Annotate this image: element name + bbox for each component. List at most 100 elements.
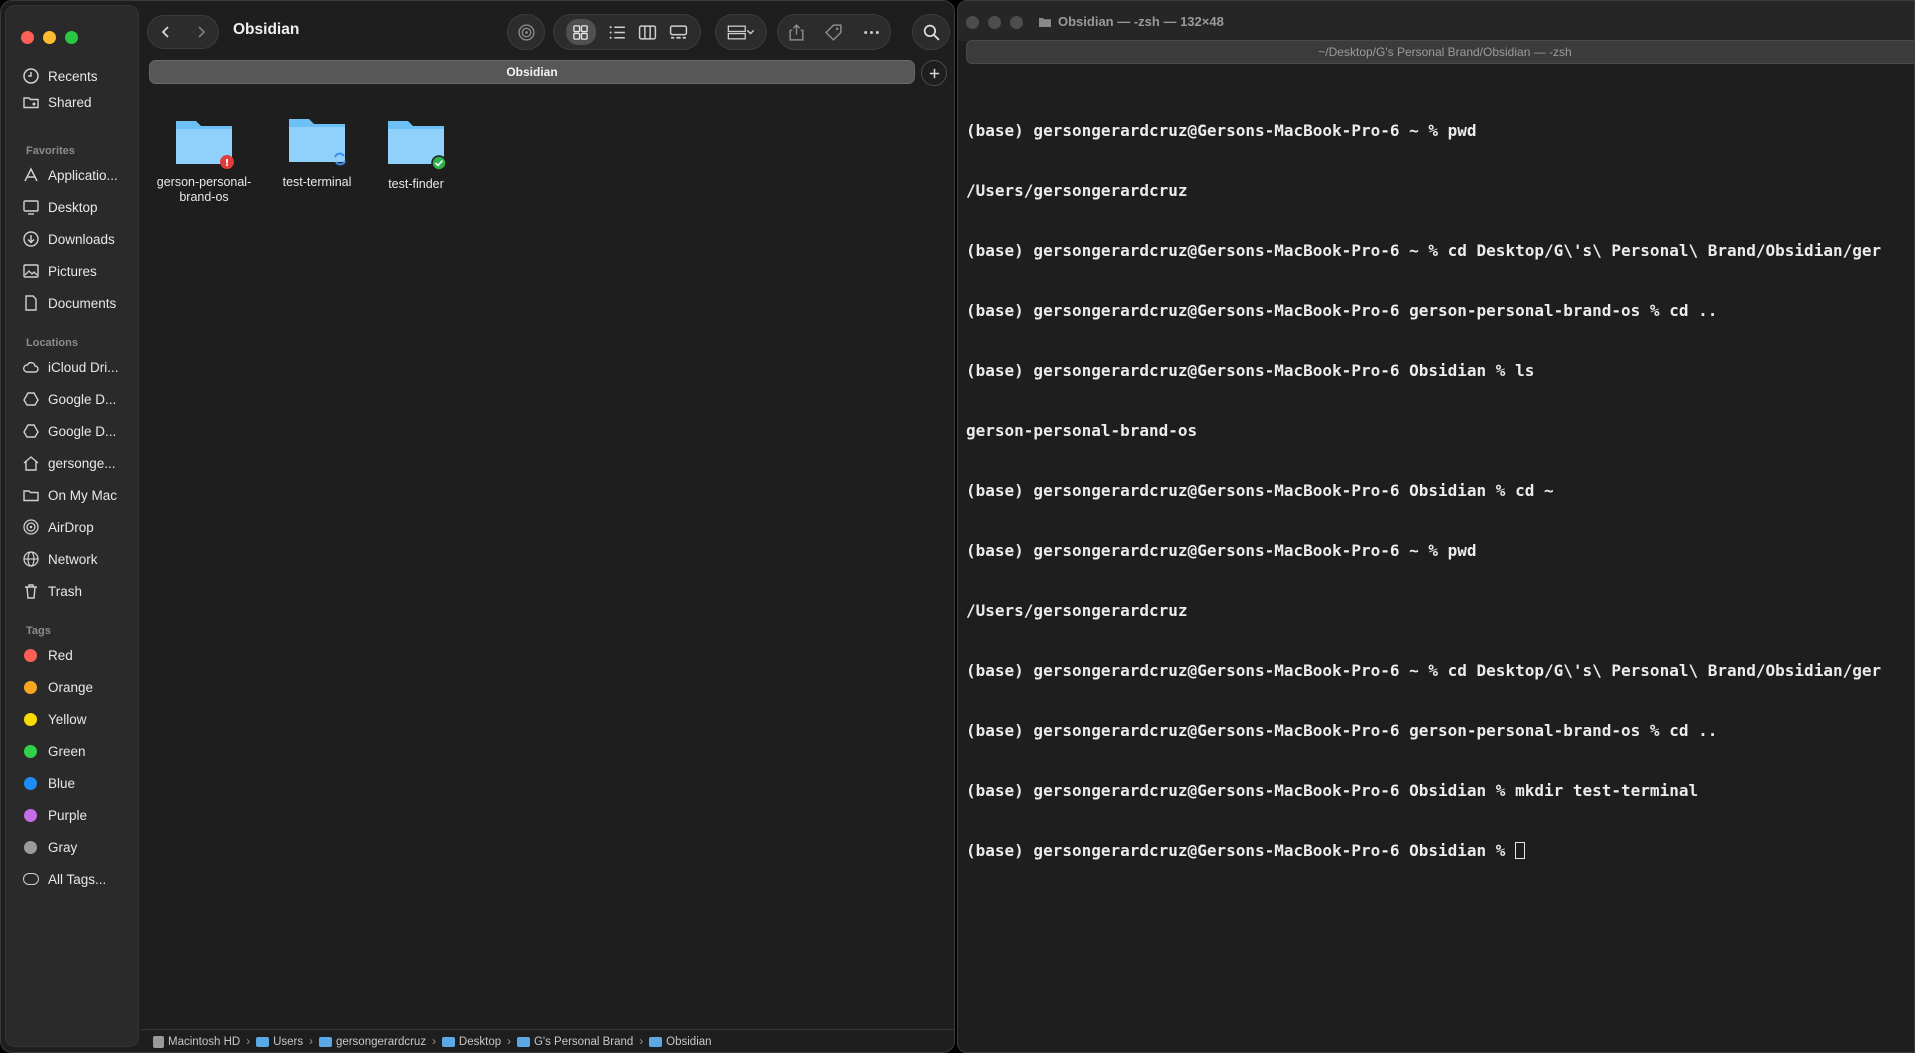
sidebar-item-label: Green (48, 743, 86, 759)
terminal-window: Obsidian — -zsh — 132×48 ~/Desktop/G's P… (957, 0, 1915, 1053)
sidebar-tag-purple[interactable]: Purple (22, 803, 134, 827)
zoom-button[interactable] (1010, 16, 1023, 29)
new-tab-button[interactable] (921, 60, 947, 86)
minimize-button[interactable] (43, 31, 56, 44)
globe-icon (23, 551, 39, 567)
tag-color-dot (24, 744, 37, 758)
sidebar-item-trash[interactable]: Trash (22, 579, 134, 603)
terminal-titlebar: Obsidian — -zsh — 132×48 (958, 1, 1914, 41)
document-icon (25, 295, 37, 311)
minimize-button[interactable] (988, 16, 1001, 29)
sidebar-item-downloads[interactable]: Downloads (22, 227, 134, 251)
sidebar-item-label: All Tags... (48, 871, 107, 887)
terminal-line: (base) gersongerardcruz@Gersons-MacBook-… (966, 781, 1699, 800)
navigation-buttons (147, 15, 219, 49)
sidebar-item-label: AirDrop (48, 519, 94, 535)
sidebar-item-label: Purple (48, 807, 88, 823)
sidebar-tag-red[interactable]: Red (22, 643, 134, 667)
sidebar-tag-blue[interactable]: Blue (22, 771, 134, 795)
sidebar-all-tags[interactable]: All Tags... (22, 867, 134, 891)
path-segment-label: gersongerardcruz (335, 1036, 427, 1048)
trash-icon (25, 584, 37, 599)
airdrop-button[interactable] (507, 14, 545, 50)
share-icon[interactable] (787, 23, 806, 42)
plus-icon (929, 68, 939, 78)
tab-obsidian[interactable]: Obsidian (149, 60, 915, 84)
sidebar-item-on-my-mac[interactable]: On My Mac (22, 483, 134, 507)
file-item[interactable]: test-terminal (262, 113, 372, 190)
back-button[interactable] (158, 24, 174, 40)
path-segment[interactable]: Macintosh HD (153, 1036, 240, 1048)
file-item[interactable]: ! gerson-personal-brand-os (149, 113, 259, 205)
close-button[interactable] (966, 16, 979, 29)
window-title: Obsidian (233, 21, 300, 38)
sidebar-item-google-drive-2[interactable]: Google D... (22, 419, 134, 443)
folder-icon: ! (176, 121, 234, 169)
sidebar-item-network[interactable]: Network (22, 547, 134, 571)
close-button[interactable] (21, 31, 34, 44)
sidebar-item-home[interactable]: gersonge... (22, 451, 134, 475)
search-button[interactable] (912, 14, 950, 50)
sidebar-item-pictures[interactable]: Pictures (22, 259, 134, 283)
file-item[interactable]: test-finder (361, 113, 471, 192)
clock-icon (23, 68, 39, 84)
tag-color-dot (24, 712, 37, 726)
sidebar-item-label: gersonge... (48, 455, 116, 471)
sidebar-item-documents[interactable]: Documents (22, 291, 134, 315)
sidebar-item-icloud-drive[interactable]: iCloud Dri... (22, 355, 134, 379)
terminal-line: (base) gersongerardcruz@Gersons-MacBook-… (966, 301, 1718, 320)
terminal-output[interactable]: (base) gersongerardcruz@Gersons-MacBook-… (966, 81, 1914, 901)
folder-icon (289, 119, 346, 166)
sidebar-item-label: Google D... (48, 423, 117, 439)
folder-icon (256, 1037, 270, 1047)
sidebar-item-desktop[interactable]: Desktop (22, 195, 134, 219)
file-name: test-terminal (282, 175, 352, 189)
path-segment[interactable]: Users (256, 1036, 303, 1048)
sidebar-item-label: Applicatio... (48, 167, 118, 183)
sidebar-item-applications[interactable]: Applicatio... (22, 163, 134, 187)
path-segment[interactable]: Obsidian (649, 1036, 712, 1048)
terminal-tab[interactable]: ~/Desktop/G's Personal Brand/Obsidian — … (966, 40, 1914, 64)
chevron-right-icon: › (639, 1036, 644, 1048)
gallery-view-button[interactable] (669, 23, 688, 42)
column-view-button[interactable] (638, 23, 657, 42)
sidebar-item-label: iCloud Dri... (48, 359, 119, 375)
path-segment[interactable]: gersongerardcruz (318, 1036, 427, 1048)
sidebar-tag-orange[interactable]: Orange (22, 675, 134, 699)
tag-icon[interactable] (824, 23, 843, 42)
path-segment[interactable]: Desktop (441, 1036, 501, 1048)
all-tags-icon (23, 873, 39, 885)
search-icon (923, 24, 940, 41)
tag-color-dot (24, 776, 37, 790)
folder-icon (23, 490, 39, 502)
sidebar-item-recents[interactable]: Recents (22, 64, 134, 88)
terminal-line: /Users/gersongerardcruz (966, 181, 1188, 200)
tag-color-dot (24, 648, 37, 662)
sidebar-item-label: Blue (48, 775, 76, 791)
zoom-button[interactable] (65, 31, 78, 44)
icon-view-button[interactable] (565, 19, 596, 45)
home-folder-icon (318, 1037, 332, 1047)
terminal-prompt: (base) gersongerardcruz@Gersons-MacBook-… (966, 841, 1516, 860)
more-icon[interactable] (862, 23, 881, 42)
path-segment[interactable]: G's Personal Brand (516, 1036, 634, 1048)
path-segment-label: G's Personal Brand (533, 1036, 634, 1048)
sidebar-item-shared[interactable]: Shared (22, 90, 134, 114)
sidebar-item-label: Downloads (48, 231, 115, 247)
check-badge-icon (431, 155, 447, 171)
sidebar-item-label: Trash (48, 583, 83, 599)
sidebar-tag-green[interactable]: Green (22, 739, 134, 763)
sidebar-item-airdrop[interactable]: AirDrop (22, 515, 134, 539)
window-controls (966, 16, 1023, 29)
forward-button[interactable] (193, 24, 209, 40)
sidebar-item-google-drive-1[interactable]: Google D... (22, 387, 134, 411)
sidebar-tag-yellow[interactable]: Yellow (22, 707, 134, 731)
finder-sidebar: Recents Shared Favorites Applicatio... D… (5, 5, 139, 1047)
tag-color-dot (24, 840, 37, 854)
hard-drive-icon (153, 1036, 164, 1048)
terminal-line: /Users/gersongerardcruz (966, 601, 1188, 620)
group-by-button[interactable] (715, 14, 767, 50)
list-view-button[interactable] (608, 23, 627, 42)
terminal-prompt-line[interactable]: (base) gersongerardcruz@Gersons-MacBook-… (966, 841, 1914, 861)
sidebar-tag-gray[interactable]: Gray (22, 835, 134, 859)
